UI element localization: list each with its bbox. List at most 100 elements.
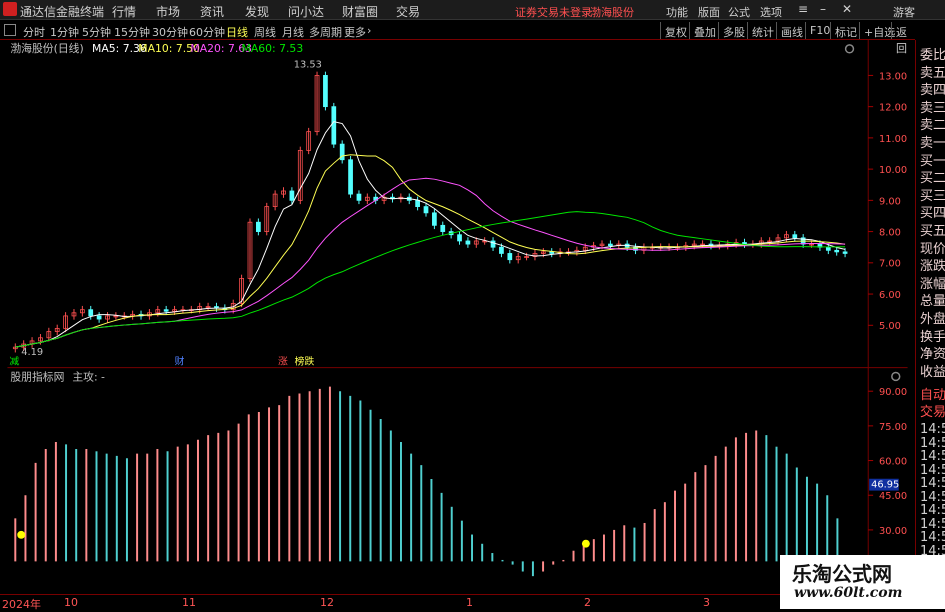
price-tick-label: 6.00 [879,290,901,301]
period-1min[interactable]: 1分钟 [50,24,79,40]
candle-body [465,240,471,245]
quote-label: 卖二 [920,118,945,134]
price-tick-label: 11.00 [879,134,907,145]
login-notice[interactable]: 证券交易未登录 [515,4,592,20]
high-price-label: 13.53 [294,60,322,71]
kline-chart[interactable]: 13.00 12.00 11.00 10.00 9.00 8.00 7.00 6.00 5.00… [0,40,915,585]
period-daily[interactable]: 日线 [226,24,248,40]
indicator-bars [14,386,839,577]
btn-tongji[interactable]: 统计 [747,22,778,39]
menu-gongshi[interactable]: 公式 [728,4,750,20]
candle-body [549,251,555,254]
candle-body [96,315,102,320]
watermark-title: 乐淘公式网 [792,562,892,586]
indicator-main: 主攻: - [72,369,105,383]
btn-diejia[interactable]: 叠加 [689,22,720,39]
indicator-title: 股朋指标网 [10,369,64,383]
minimize-icon[interactable]: – [820,2,826,16]
period-monthly[interactable]: 月线 [282,24,304,40]
ind-gear-icon[interactable] [891,371,901,382]
period-30min[interactable]: 30分钟 [152,24,188,40]
candle-body [834,249,840,253]
candle-body [608,243,613,247]
quote-label: 买二 [920,171,945,187]
candle-body [331,106,337,145]
ind-tick-label: 75.00 [879,422,907,433]
event-jian-mark[interactable]: 减 [9,356,19,368]
menu-icon[interactable]: ≡ [798,2,808,16]
menu-xuanxiang[interactable]: 选项 [760,4,782,20]
menu-wenxiaoda[interactable]: 问小达 [288,3,324,20]
period-fenshi[interactable]: 分时 [23,24,45,40]
quote-label: 买四 [920,206,945,222]
event-cai-mark[interactable]: 财 [175,355,185,368]
menu-jiaoyi[interactable]: 交易 [396,3,420,20]
quote-label: 换手 [920,329,945,345]
ind-tick-label: 90.00 [879,387,907,398]
quote-label: 总量 [920,294,945,310]
candle-body [423,206,429,214]
quote-label: 卖四 [920,83,945,99]
menu-faxian[interactable]: 发现 [245,3,269,20]
candle-body [842,251,848,254]
toolbar-toggle-icon[interactable] [4,24,16,36]
date-11: 11 [182,596,196,609]
watermark-url: www.60lt.com [794,585,903,601]
candle-body [499,246,504,254]
candle-body [323,75,328,108]
chevron-right-icon[interactable]: › [367,24,371,37]
menu-hangqing[interactable]: 行情 [112,3,136,20]
period-multi[interactable]: 多周期 [309,24,342,40]
quote-label: 涨跌 [920,259,945,275]
date-year: 2024年 [2,598,41,611]
period-15min[interactable]: 15分钟 [114,24,150,40]
ind-tick-label: 30.00 [879,526,907,537]
price-tick-label: 13.00 [879,71,907,82]
quote-label: 外盘 [920,312,945,327]
candle-body [440,224,446,232]
date-1: 1 [466,596,473,609]
quote-label: 委比 [920,48,945,63]
period-60min[interactable]: 60分钟 [189,24,225,40]
quote-label: 净资 [920,347,945,363]
candle-body [289,190,295,201]
period-more[interactable]: 更多 [344,24,366,40]
quote-label: 卖一 [920,136,945,151]
menu-zixun[interactable]: 资讯 [200,3,224,20]
ind-tick-label: 45.00 [879,491,907,502]
period-weekly[interactable]: 周线 [254,24,276,40]
price-tick-label: 9.00 [879,196,901,207]
price-tick-label: 7.00 [879,259,901,270]
btn-back[interactable]: 返回 [891,22,915,55]
menu-gongneng[interactable]: 功能 [666,4,688,20]
btn-huaxian[interactable]: 画线 [776,22,807,39]
menu-shichang[interactable]: 市场 [156,3,180,20]
period-5min[interactable]: 5分钟 [82,24,111,40]
btn-fuquan[interactable]: 复权 [660,22,691,39]
menu-banmian[interactable]: 版面 [698,4,720,20]
ma60-line [15,211,846,348]
signal-dot-right [581,539,590,548]
event-zhang-mark[interactable]: 涨 [278,356,288,368]
axes: 13.00 12.00 11.00 10.00 9.00 8.00 7.00 6.00 5.00… [868,71,907,537]
quote-label: 买一 [920,153,945,169]
quote-panel: 委比 卖五 卖四 卖三 卖二 卖一 买一 买二 买三 买四 买五 现价 涨跌 涨幅 总量 外盘 换手 净资 收益 自动… [915,40,945,585]
quote-label: 现价 [920,241,945,257]
price-tick-label: 10.00 [879,165,907,176]
event-jiao-mark[interactable]: 榜跌 [295,355,315,368]
candle-body [490,240,496,248]
close-icon[interactable]: ✕ [842,2,852,16]
gear-icon[interactable] [844,44,855,54]
ma5-line [15,121,846,348]
menu-caifuquan[interactable]: 财富圈 [342,3,378,20]
candles [12,71,848,353]
quote-label: 卖五 [920,65,945,81]
btn-biaoji[interactable]: 标记 [830,22,861,39]
app-title: 通达信金融终端 [20,5,105,19]
btn-duogu[interactable]: 多股 [718,22,749,39]
date-2: 2 [584,596,591,609]
indicator-value: 46.95 [871,480,899,491]
period-toolbar: 分时 1分钟 5分钟 15分钟 30分钟 60分钟 日线 周线 月线 多周期 更… [0,21,915,55]
guest-label[interactable]: 游客 [893,4,915,20]
quote-label: 涨幅 [920,276,945,292]
